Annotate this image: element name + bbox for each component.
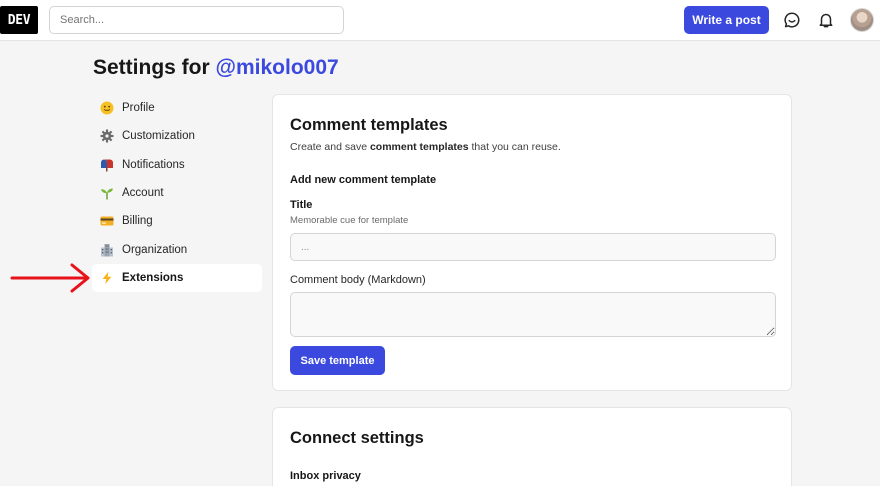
page-title: Settings for @mikolo007 <box>93 56 339 80</box>
smiley-face-icon <box>100 101 114 115</box>
credit-card-icon <box>100 214 114 228</box>
comment-templates-title: Comment templates <box>290 116 448 134</box>
sidebar-item-label: Customization <box>122 130 195 143</box>
template-title-input[interactable] <box>290 233 776 261</box>
seedling-icon <box>100 186 114 200</box>
inbox-privacy-label: Inbox privacy <box>290 470 361 482</box>
body-label: Comment body (Markdown) <box>290 274 426 286</box>
sidebar-item-notifications[interactable]: Notifications <box>92 151 262 179</box>
connect-settings-card: Connect settings Inbox privacy <box>272 407 792 486</box>
connect-settings-title: Connect settings <box>290 429 424 447</box>
sidebar-item-extensions[interactable]: Extensions <box>92 263 262 293</box>
mailbox-icon <box>100 158 114 172</box>
sidebar-item-label: Extensions <box>122 271 184 284</box>
add-template-heading: Add new comment template <box>290 174 437 186</box>
save-template-button[interactable]: Save template <box>290 346 385 375</box>
sidebar-item-label: Account <box>122 187 164 200</box>
sidebar-item-label: Profile <box>122 102 155 115</box>
bell-icon[interactable] <box>814 8 838 32</box>
sidebar-item-label: Notifications <box>122 158 185 171</box>
office-building-icon <box>100 243 114 257</box>
chat-icon[interactable] <box>780 8 804 32</box>
sidebar-item-label: Organization <box>122 243 188 256</box>
top-header: DEV Write a post <box>0 0 880 41</box>
description-text: that you can reuse. <box>468 141 561 153</box>
title-label: Title <box>290 199 313 211</box>
page-title-prefix: Settings for <box>93 56 216 79</box>
avatar[interactable] <box>850 8 874 32</box>
username-link[interactable]: @mikolo007 <box>216 56 339 79</box>
template-body-textarea[interactable] <box>290 292 776 337</box>
lightning-icon <box>100 271 114 285</box>
search-input[interactable] <box>49 6 344 34</box>
gear-icon <box>100 129 114 143</box>
sidebar-item-profile[interactable]: Profile <box>92 94 262 122</box>
comment-templates-description: Create and save comment templates that y… <box>290 141 561 153</box>
description-bold-text: comment templates <box>369 141 469 153</box>
comment-templates-card: Comment templates Create and save commen… <box>272 94 792 391</box>
sidebar-item-customization[interactable]: Customization <box>92 122 262 150</box>
description-text: Create and save <box>290 141 370 153</box>
title-hint: Memorable cue for template <box>290 215 409 226</box>
sidebar-item-account[interactable]: Account <box>92 179 262 207</box>
write-post-button[interactable]: Write a post <box>684 6 769 34</box>
settings-sidebar: Profile Customization Notifications Acco… <box>92 94 262 293</box>
dev-logo[interactable]: DEV <box>0 6 38 34</box>
sidebar-item-billing[interactable]: Billing <box>92 207 262 235</box>
sidebar-item-organization[interactable]: Organization <box>92 235 262 263</box>
annotation-arrow-icon <box>10 263 90 293</box>
sidebar-item-label: Billing <box>122 215 153 228</box>
